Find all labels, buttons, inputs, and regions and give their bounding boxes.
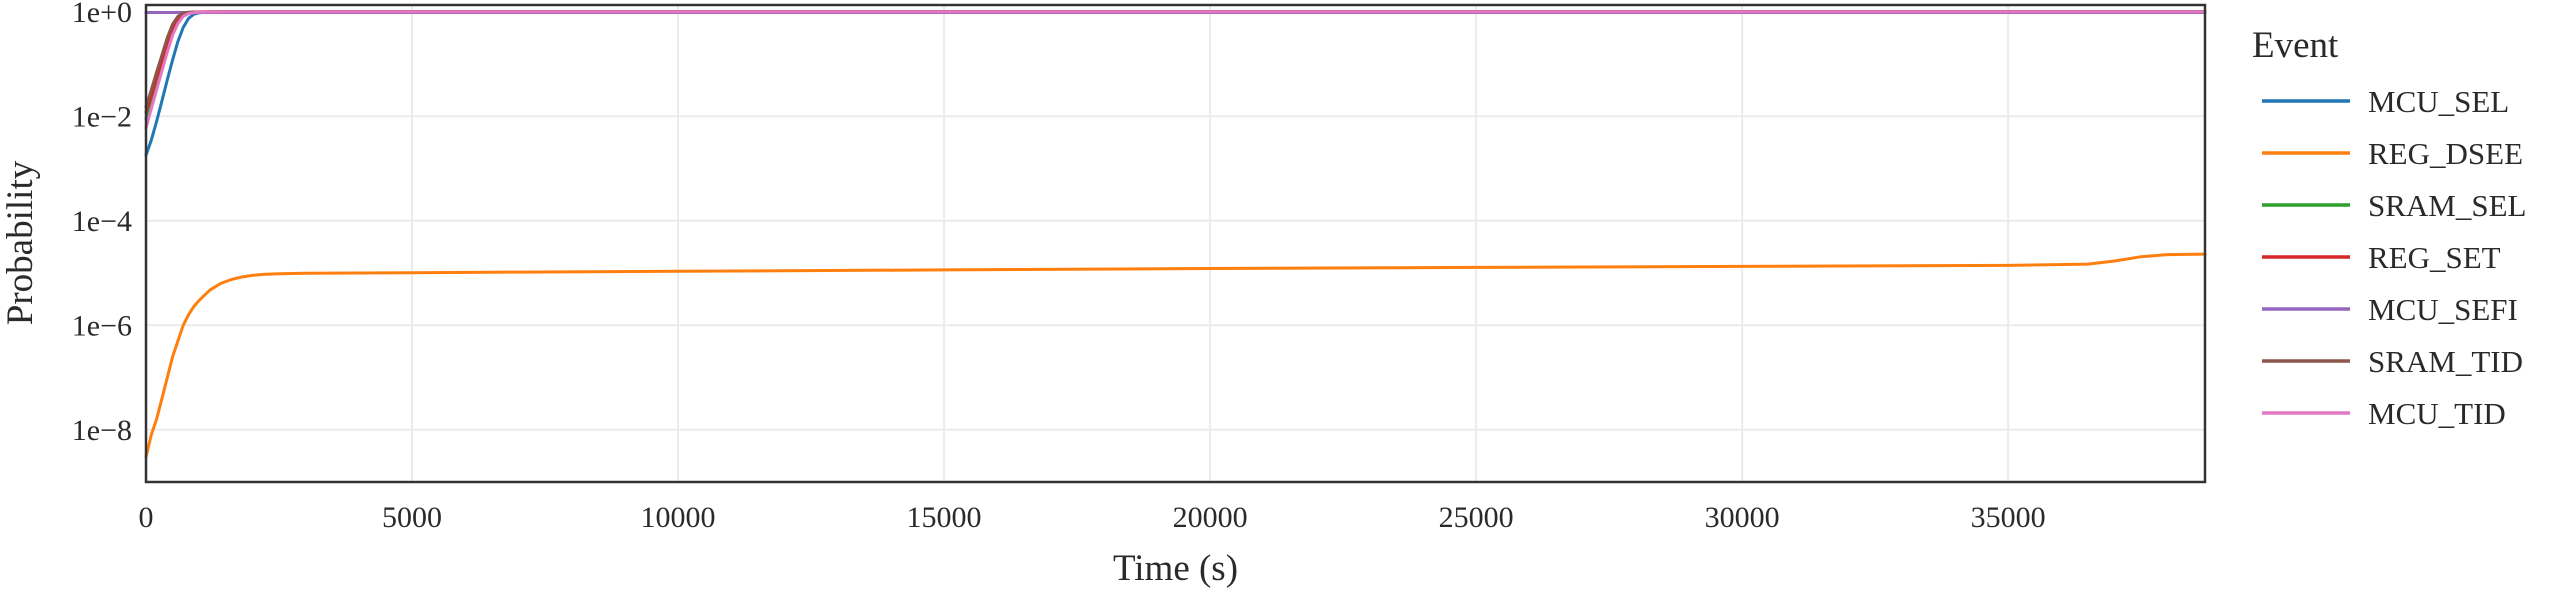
legend-items: MCU_SEL REG_DSEE SRAM_SEL REG_SET MCU_SEFI SR…	[2262, 84, 2526, 431]
legend-item-sram-sel: SRAM_SEL	[2262, 188, 2526, 223]
x-tick-label: 15000	[907, 501, 982, 534]
x-axis-title: Time (s)	[1113, 548, 1238, 589]
legend-item-mcu-sel: MCU_SEL	[2262, 84, 2509, 119]
x-axis-ticks: 0 5000 10000 15000 20000 25000 30000 35000	[139, 501, 2046, 534]
chart: 0 5000 10000 15000 20000 25000 30000 35000 1e−8…	[0, 0, 2550, 589]
legend-item-mcu-tid: MCU_TID	[2262, 396, 2506, 431]
legend-item-mcu-sefi: MCU_SEFI	[2262, 292, 2518, 327]
y-tick-label: 1e−2	[72, 100, 132, 133]
legend-label: SRAM_TID	[2368, 344, 2523, 379]
legend-label: SRAM_SEL	[2368, 188, 2526, 223]
x-tick-label: 5000	[382, 501, 442, 534]
legend-item-sram-tid: SRAM_TID	[2262, 344, 2523, 379]
y-tick-label: 1e−4	[72, 205, 132, 238]
legend-label: REG_DSEE	[2368, 136, 2523, 171]
line-chart: 0 5000 10000 15000 20000 25000 30000 35000 1e−8…	[0, 0, 2526, 589]
legend: Event MCU_SELREG_DSEESRAM_SELREG_SETMCU_…	[2252, 25, 2526, 431]
legend-label: MCU_SEFI	[2368, 292, 2518, 327]
legend-label: REG_SET	[2368, 240, 2501, 275]
x-tick-label: 25000	[1439, 501, 1514, 534]
y-axis-ticks: 1e−8 1e−6 1e−4 1e−2 1e+0	[72, 0, 132, 447]
x-tick-label: 35000	[1971, 501, 2046, 534]
x-tick-label: 0	[139, 501, 154, 534]
x-tick-label: 20000	[1173, 501, 1248, 534]
y-tick-label: 1e+0	[72, 0, 132, 29]
legend-label: MCU_SEL	[2368, 84, 2509, 119]
y-tick-label: 1e−6	[72, 309, 132, 342]
plot-area	[146, 5, 2205, 482]
y-axis-title: Probability	[0, 160, 41, 325]
legend-item-reg-dsee: REG_DSEE	[2262, 136, 2523, 171]
y-tick-label: 1e−8	[72, 414, 132, 447]
legend-label: MCU_TID	[2368, 396, 2506, 431]
x-tick-label: 10000	[641, 501, 716, 534]
legend-item-reg-set: REG_SET	[2262, 240, 2501, 275]
x-tick-label: 30000	[1705, 501, 1780, 534]
legend-title: Event	[2252, 25, 2339, 66]
